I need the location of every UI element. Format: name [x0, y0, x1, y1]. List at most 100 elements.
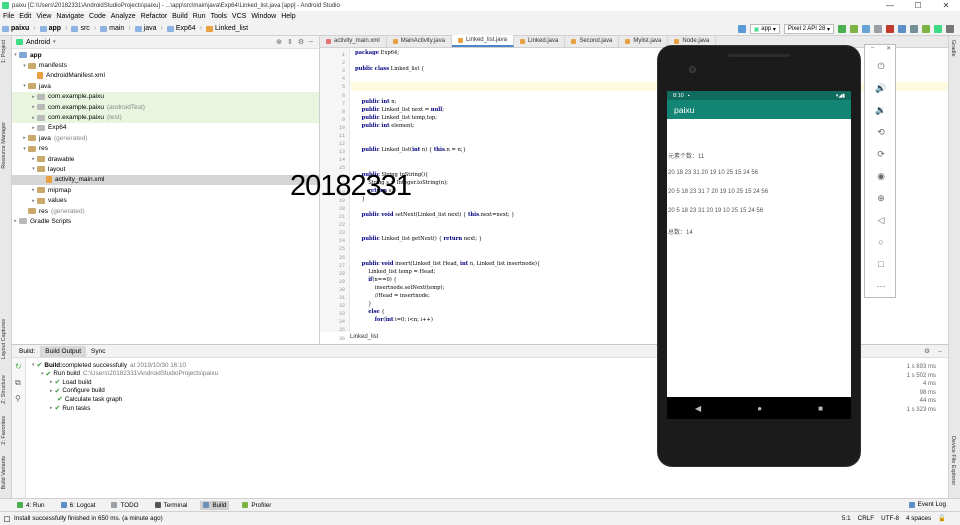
tree-node[interactable]: ▾ manifests	[12, 60, 319, 70]
tree-node[interactable]: ▸ com.example.paixu	[12, 91, 319, 102]
event-log-button[interactable]: Event Log	[908, 498, 946, 511]
menu-vcs[interactable]: VCS	[232, 13, 246, 20]
tool-windows-icon[interactable]	[4, 515, 10, 522]
close-icon[interactable]: ✕	[886, 45, 891, 52]
gradle-tool-tab[interactable]: Gradle	[950, 40, 956, 57]
build-tool-button[interactable]: Build	[200, 500, 230, 510]
gear-icon[interactable]: ⚙	[298, 38, 304, 46]
locate-icon[interactable]: ⊕	[276, 38, 282, 46]
breadcrumb-item[interactable]: java ›	[134, 25, 163, 32]
menu-help[interactable]: Help	[281, 13, 295, 20]
stop-icon[interactable]	[886, 25, 894, 33]
apply-changes-icon[interactable]	[850, 25, 858, 33]
chevron-icon[interactable]: ▾	[41, 371, 44, 377]
overview-icon[interactable]: □	[865, 259, 897, 269]
build-variants-tool-tab[interactable]: Build Variants	[1, 456, 7, 490]
device-file-explorer-tab[interactable]: Device File Explorer	[950, 436, 956, 485]
gear-icon[interactable]: ⚙	[924, 347, 930, 355]
chevron-icon[interactable]: ▸	[50, 405, 53, 411]
todo-tool-button[interactable]: TODO	[108, 501, 141, 510]
chevron-right-icon[interactable]: ▸	[30, 156, 37, 162]
rotate-right-icon[interactable]: ⟳	[865, 149, 897, 160]
menu-view[interactable]: View	[36, 13, 51, 20]
chevron-right-icon[interactable]: ▸	[30, 104, 37, 110]
caret-position[interactable]: 5:1	[842, 515, 851, 522]
lock-icon[interactable]: 🔓	[938, 514, 946, 522]
camera-icon[interactable]: ◉	[865, 171, 897, 182]
hide-icon[interactable]: –	[938, 348, 942, 355]
chevron-right-icon[interactable]: ▸	[30, 94, 37, 100]
tree-node[interactable]: ▾ app	[12, 50, 319, 60]
chevron-right-icon[interactable]: ▸	[30, 125, 37, 131]
indent-setting[interactable]: 4 spaces	[906, 515, 931, 522]
menu-window[interactable]: Window	[251, 13, 276, 20]
debug-icon[interactable]	[862, 25, 870, 33]
home-icon[interactable]: ●	[757, 404, 762, 413]
build-output-line[interactable]: ▾ ✔ Run build C:\Users\20182331\AndroidStud…	[41, 370, 218, 378]
run-icon[interactable]	[838, 25, 846, 33]
menu-edit[interactable]: Edit	[19, 13, 31, 20]
editor-tab[interactable]: Second.java	[565, 35, 620, 47]
chevron-down-icon[interactable]: ▾	[21, 83, 28, 89]
build-output-line[interactable]: ▸ ✔ Configure build	[50, 387, 105, 395]
resource-manager-tool-tab[interactable]: Resource Manager	[1, 122, 7, 169]
tab-sync[interactable]: Sync	[86, 346, 110, 357]
search-icon[interactable]	[946, 25, 954, 33]
menu-analyze[interactable]: Analyze	[111, 13, 136, 20]
rotate-left-icon[interactable]: ⟲	[865, 127, 897, 138]
line-separator[interactable]: CRLF	[858, 515, 874, 522]
profile-icon[interactable]	[874, 25, 882, 33]
tree-node[interactable]: ▾ layout	[12, 164, 319, 174]
chevron-right-icon[interactable]: ▸	[21, 135, 28, 141]
project-tool-tab[interactable]: 1: Project	[1, 40, 7, 63]
volume-up-icon[interactable]: 🔊	[865, 83, 897, 94]
hide-icon[interactable]: –	[309, 38, 313, 46]
chevron-down-icon[interactable]: ▾	[12, 52, 19, 58]
minimize-button[interactable]: —	[876, 0, 904, 11]
home-icon[interactable]: ○	[865, 237, 897, 247]
tree-node[interactable]: ▸ drawable	[12, 154, 319, 164]
tree-node[interactable]: ▾ java	[12, 81, 319, 91]
breadcrumb-item[interactable]: paixu ›	[2, 25, 36, 32]
chevron-icon[interactable]: ▸	[50, 379, 53, 385]
menu-refactor[interactable]: Refactor	[141, 13, 167, 20]
device-select[interactable]: Pixel 2 API 28 ▾	[783, 24, 834, 34]
tree-node[interactable]: ▸ com.example.paixu (androidTest)	[12, 101, 319, 113]
maximize-button[interactable]: ☐	[904, 0, 932, 11]
run-tool-button[interactable]: 4: Run	[14, 501, 48, 510]
more-icon[interactable]: ⋯	[865, 281, 897, 292]
tree-node[interactable]: ▸ Exp64	[12, 123, 319, 133]
tree-node[interactable]: ▸ com.example.paixu (test)	[12, 112, 319, 123]
pin-icon[interactable]: ⚲	[15, 394, 21, 403]
zoom-icon[interactable]: ⊕	[865, 193, 897, 204]
breadcrumb-item[interactable]: app ›	[39, 25, 67, 32]
menu-run[interactable]: Run	[193, 13, 206, 20]
chevron-right-icon[interactable]: ▸	[30, 115, 37, 121]
sdk-manager-icon[interactable]	[922, 25, 930, 33]
structure-tool-tab[interactable]: Z: Structure	[1, 375, 7, 404]
chevron-icon[interactable]: ▾	[32, 362, 35, 368]
recents-icon[interactable]: ■	[818, 404, 823, 413]
build-output-line[interactable]: ▸ ✔ Run tasks	[50, 404, 90, 413]
chevron-down-icon[interactable]: ▾	[30, 166, 37, 172]
editor-tab[interactable]: Linked_list.java	[451, 35, 514, 47]
back-icon[interactable]: ◀	[695, 404, 701, 413]
editor-tab[interactable]: Linked.java	[514, 35, 566, 47]
power-icon[interactable]: ⏻	[865, 61, 897, 72]
menu-file[interactable]: File	[3, 13, 14, 20]
toggle-view-icon[interactable]: ⧉	[15, 378, 21, 388]
breadcrumb-item[interactable]: main ›	[100, 25, 131, 32]
editor-breadcrumb[interactable]: Linked_list	[350, 334, 378, 340]
chevron-right-icon[interactable]: ▸	[30, 187, 37, 193]
breadcrumb-item[interactable]: Exp64 ›	[166, 25, 202, 32]
sync-gradle-icon[interactable]	[898, 25, 906, 33]
avd-manager-icon[interactable]	[910, 25, 918, 33]
tree-node[interactable]: ▸ java (generated)	[12, 133, 319, 143]
profiler-tool-button[interactable]: Profiler	[239, 501, 274, 510]
chevron-right-icon[interactable]: ▸	[30, 198, 37, 204]
tree-node[interactable]: ▸ Gradle Scripts	[12, 216, 319, 226]
chevron-down-icon[interactable]: ▾	[21, 146, 28, 152]
editor-tab[interactable]: Mylist.java	[619, 35, 669, 47]
chevron-right-icon[interactable]: ▸	[12, 218, 19, 224]
back-icon[interactable]: ◁	[865, 215, 897, 226]
